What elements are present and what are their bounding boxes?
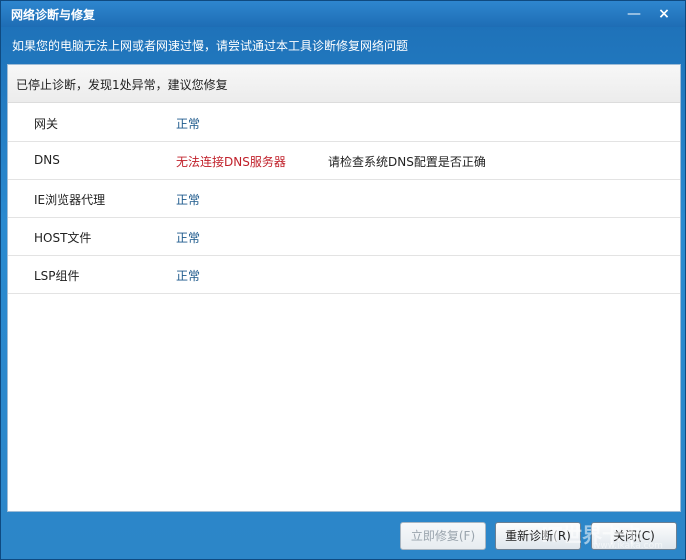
item-name: DNS	[34, 153, 60, 167]
title-bar[interactable]: 网络诊断与修复 — ×	[1, 1, 685, 27]
item-result: 正常	[176, 231, 201, 245]
item-name: LSP组件	[34, 269, 80, 283]
close-window-button[interactable]: ×	[655, 5, 673, 23]
item-result-error: 无法连接DNS服务器	[176, 155, 286, 169]
minimize-button[interactable]: —	[625, 5, 643, 23]
item-result: 正常	[176, 193, 201, 207]
diag-row-dns: DNS 无法连接DNS服务器 请检查系统DNS配置是否正确	[8, 141, 680, 180]
item-name: 网关	[34, 117, 59, 131]
close-button[interactable]: 关闭(C)	[591, 522, 677, 550]
fix-now-button[interactable]: 立即修复(F)	[400, 522, 486, 550]
network-diagnosis-window: 网络诊断与修复 — × 如果您的电脑无法上网或者网速过慢，请尝试通过本工具诊断修…	[0, 0, 686, 560]
item-result: 正常	[176, 117, 201, 131]
diag-row-gateway: 网关 正常	[8, 103, 680, 142]
diagnosis-panel: 已停止诊断，发现1处异常，建议您修复 网关 正常 DNS 无法连接DNS服务器 …	[7, 64, 681, 512]
item-advice: 请检查系统DNS配置是否正确	[328, 155, 486, 169]
item-result: 正常	[176, 269, 201, 283]
diag-row-lsp: LSP组件 正常	[8, 255, 680, 294]
item-name: HOST文件	[34, 231, 92, 245]
diag-row-host-file: HOST文件 正常	[8, 217, 680, 256]
subtitle-text: 如果您的电脑无法上网或者网速过慢，请尝试通过本工具诊断修复网络问题	[12, 39, 409, 53]
diag-row-ie-proxy: IE浏览器代理 正常	[8, 179, 680, 218]
window-title: 网络诊断与修复	[11, 8, 96, 22]
status-text: 已停止诊断，发现1处异常，建议您修复	[16, 78, 228, 92]
item-name: IE浏览器代理	[34, 193, 106, 207]
status-bar: 已停止诊断，发现1处异常，建议您修复	[8, 65, 680, 103]
rediagnose-button[interactable]: 重新诊断(R)	[495, 522, 581, 550]
